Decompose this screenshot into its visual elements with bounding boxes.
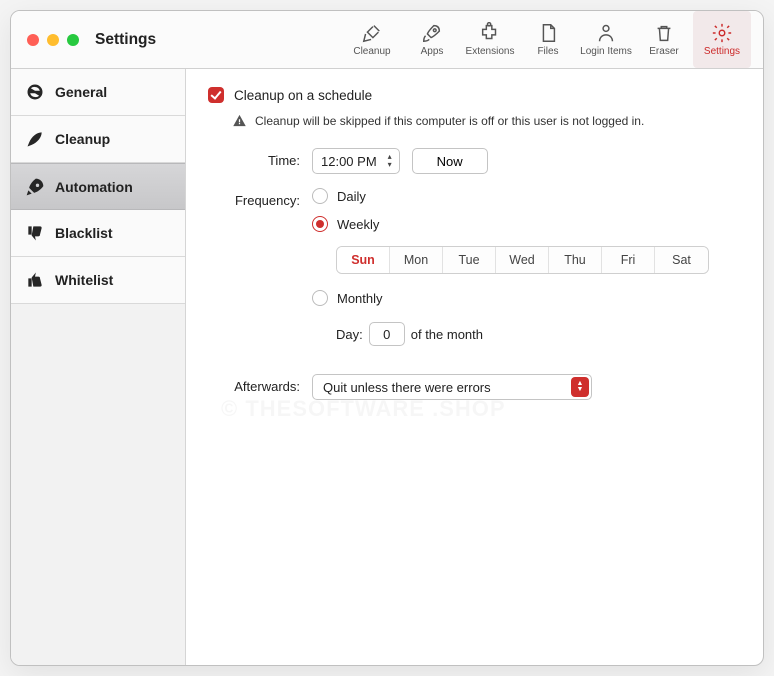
rocket-icon: [421, 22, 443, 44]
settings-window: Settings Cleanup Apps Extensions Files L…: [10, 10, 764, 666]
toolbar-tab-label: Eraser: [649, 46, 678, 57]
monthly-day-row: Day: 0 of the month: [336, 322, 741, 346]
afterwards-value: Quit unless there were errors: [323, 380, 491, 395]
toolbar-tab-label: Cleanup: [353, 46, 390, 57]
toolbar-tab-files[interactable]: Files: [519, 11, 577, 68]
frequency-daily[interactable]: Daily: [312, 188, 741, 204]
sidebar-item-automation[interactable]: Automation: [11, 163, 185, 210]
monthly-day-label: Day:: [336, 327, 363, 342]
sidebar-item-cleanup[interactable]: Cleanup: [11, 116, 185, 163]
person-icon: [595, 22, 617, 44]
time-label: Time:: [208, 148, 300, 168]
select-caret-icon[interactable]: ▲▼: [571, 377, 589, 397]
sidebar-item-whitelist[interactable]: Whitelist: [11, 257, 185, 304]
sidebar-item-label: General: [55, 84, 107, 100]
toolbar-tabs: Cleanup Apps Extensions Files Login Item…: [341, 11, 751, 68]
weekday-wed[interactable]: Wed: [496, 247, 549, 273]
minimize-window-button[interactable]: [47, 34, 59, 46]
form-grid: Time: 12:00 PM ▴ ▾ Now Frequency:: [208, 148, 741, 400]
schedule-checkbox-row: Cleanup on a schedule: [208, 87, 741, 103]
sidebar-item-label: Automation: [55, 179, 133, 195]
frequency-label: Frequency:: [208, 188, 300, 208]
radio-label: Weekly: [337, 217, 379, 232]
body: © THESOFTWARE .SHOP General Cleanup Auto…: [11, 69, 763, 665]
target-icon: [25, 82, 45, 102]
radio-icon: [312, 290, 328, 306]
frequency-monthly[interactable]: Monthly: [312, 290, 741, 306]
toolbar-tab-login-items[interactable]: Login Items: [577, 11, 635, 68]
trash-icon: [653, 22, 675, 44]
weekday-tue[interactable]: Tue: [443, 247, 496, 273]
sidebar-item-label: Whitelist: [55, 272, 113, 288]
feather-icon: [25, 129, 45, 149]
afterwards-select[interactable]: Quit unless there were errors: [312, 374, 592, 400]
radio-label: Daily: [337, 189, 366, 204]
content-panel: Cleanup on a schedule Cleanup will be sk…: [186, 69, 763, 665]
radio-icon: [312, 216, 328, 232]
toolbar-tab-label: Files: [537, 46, 558, 57]
afterwards-select-wrap: Quit unless there were errors ▲▼: [312, 374, 592, 400]
stepper-down-icon[interactable]: ▾: [383, 161, 397, 169]
toolbar-tab-settings[interactable]: Settings: [693, 11, 751, 68]
thumb-up-icon: [25, 270, 45, 290]
radio-label: Monthly: [337, 291, 383, 306]
toolbar-tab-cleanup[interactable]: Cleanup: [341, 11, 403, 68]
sidebar-item-blacklist[interactable]: Blacklist: [11, 210, 185, 257]
now-button[interactable]: Now: [412, 148, 488, 174]
gear-icon: [711, 22, 733, 44]
toolbar-tab-extensions[interactable]: Extensions: [461, 11, 519, 68]
weekday-sun[interactable]: Sun: [337, 247, 390, 273]
toolbar-tab-eraser[interactable]: Eraser: [635, 11, 693, 68]
toolbar-tab-label: Login Items: [580, 46, 632, 57]
sidebar-item-general[interactable]: General: [11, 69, 185, 116]
frequency-radios: Daily Weekly Sun Mon Tue Wed Thu Fri Sat: [312, 188, 741, 346]
rocket-icon: [25, 177, 45, 197]
weekday-mon[interactable]: Mon: [390, 247, 443, 273]
close-window-button[interactable]: [27, 34, 39, 46]
frequency-weekly[interactable]: Weekly: [312, 216, 741, 232]
monthly-day-field[interactable]: 0: [369, 322, 405, 346]
schedule-checkbox[interactable]: [208, 87, 224, 103]
warning-text: Cleanup will be skipped if this computer…: [255, 114, 644, 128]
toolbar-tab-label: Extensions: [466, 46, 515, 57]
toolbar-tab-apps[interactable]: Apps: [403, 11, 461, 68]
window-controls: [27, 34, 79, 46]
weekday-thu[interactable]: Thu: [549, 247, 602, 273]
schedule-checkbox-label: Cleanup on a schedule: [234, 88, 372, 103]
toolbar-tab-label: Apps: [421, 46, 444, 57]
time-stepper[interactable]: ▴ ▾: [383, 150, 397, 172]
sidebar-item-label: Blacklist: [55, 225, 113, 241]
monthly-day-suffix: of the month: [411, 327, 483, 342]
sidebar-spacer: [11, 304, 185, 665]
time-row: 12:00 PM ▴ ▾ Now: [312, 148, 741, 174]
titlebar: Settings Cleanup Apps Extensions Files L…: [11, 11, 763, 69]
warning-icon: [232, 113, 247, 128]
radio-icon: [312, 188, 328, 204]
monthly-day-value: 0: [383, 327, 390, 342]
weekday-fri[interactable]: Fri: [602, 247, 655, 273]
weekday-segmented: Sun Mon Tue Wed Thu Fri Sat: [336, 246, 709, 274]
file-icon: [537, 22, 559, 44]
afterwards-label: Afterwards:: [208, 374, 300, 394]
window-title: Settings: [95, 31, 156, 49]
weekday-sat[interactable]: Sat: [655, 247, 708, 273]
broom-icon: [361, 22, 383, 44]
sidebar: General Cleanup Automation Blacklist Whi…: [11, 69, 186, 665]
warning-row: Cleanup will be skipped if this computer…: [232, 113, 741, 128]
time-value: 12:00 PM: [321, 154, 377, 169]
toolbar-tab-label: Settings: [704, 46, 740, 57]
sidebar-item-label: Cleanup: [55, 131, 110, 147]
maximize-window-button[interactable]: [67, 34, 79, 46]
thumb-down-icon: [25, 223, 45, 243]
time-field[interactable]: 12:00 PM ▴ ▾: [312, 148, 400, 174]
puzzle-icon: [479, 22, 501, 44]
